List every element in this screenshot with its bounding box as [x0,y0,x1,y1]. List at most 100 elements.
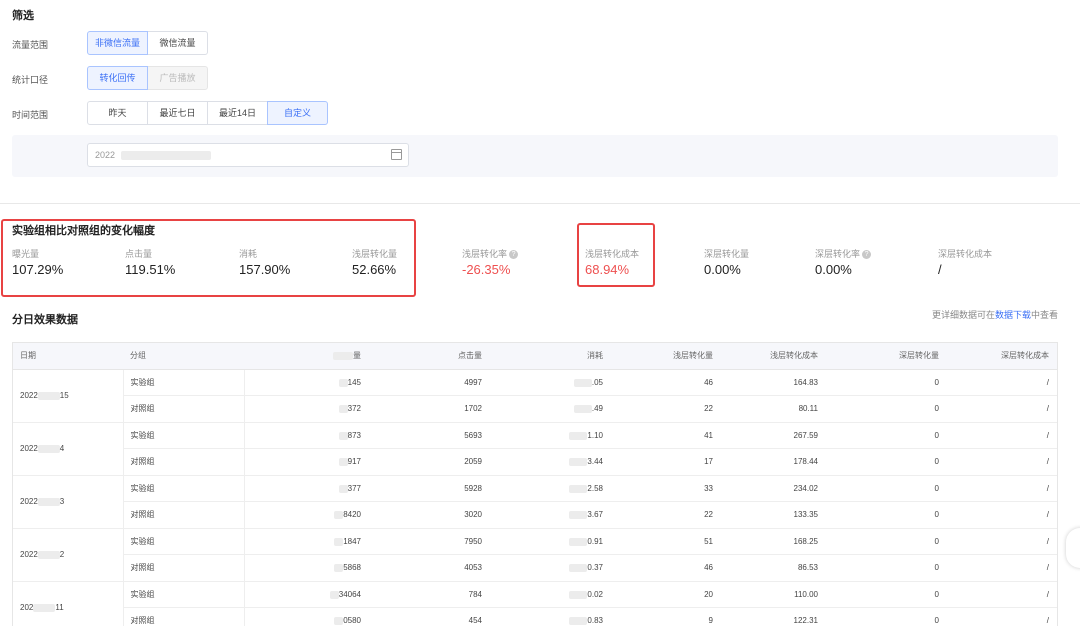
exposure-cell: 377 [244,475,371,502]
shallow-conversions-cell: 46 [613,554,723,582]
exposure-value: 1847 [343,536,361,546]
shallow-cost-cell: 168.25 [723,528,828,555]
date-cell: 2022 4 [13,422,124,476]
date-range-input[interactable]: 2022 [87,143,409,167]
header-shallow-cost: 浅层转化成本 [723,343,828,370]
date-tail: 15 [59,391,69,400]
time-range-segment: 昨天 最近七日 最近14日 自定义 [87,101,328,125]
shallow-conversions-cell: 17 [613,448,723,476]
clicks-cell: 5928 [371,475,492,502]
clicks-cell: 784 [371,581,492,608]
table-row: 对照组 372 1702 .49 22 80.11 0/ [13,395,1057,423]
time-option-last-14-days[interactable]: 最近14日 [207,101,268,125]
redacted-value [569,458,588,467]
redacted-value [338,458,348,467]
exposure-cell: 145 [244,369,371,396]
stat-option-ad-play: 广告播放 [147,66,208,90]
stat-caliber-segment: 转化回传 广告播放 [87,66,208,90]
shallow-conversions-cell: 51 [613,528,723,555]
time-option-last-7-days[interactable]: 最近七日 [147,101,208,125]
data-download-link[interactable]: 数据下载 [995,310,1031,320]
exposure-cell: 917 [244,448,371,476]
time-option-yesterday[interactable]: 昨天 [87,101,148,125]
date-text: 2022 [20,497,38,506]
date-tail: 4 [59,444,65,453]
metric-label: 点击量 [125,247,152,260]
cost-value: 0.02 [587,589,603,599]
metric-value: / [938,262,942,277]
exposure-value: 372 [347,404,361,414]
cost-cell: 0.83 [492,607,613,626]
group-cell: 对照组 [123,395,245,423]
exposure-cell: 8420 [244,501,371,529]
metric-label-text: 浅层转化量 [352,249,398,259]
deep-cost-cell: / [949,448,1057,476]
group-cell: 实验组 [123,528,245,555]
metric-label: 消耗 [239,247,257,260]
group-cell: 对照组 [123,607,245,626]
cost-value: .49 [591,404,603,414]
section-divider [0,203,1080,204]
traffic-option-wechat[interactable]: 微信流量 [147,31,208,55]
exposure-value: 5868 [343,563,361,573]
deep-cost-cell: / [949,554,1057,582]
metric-value: 0.00% [704,262,741,277]
exposure-cell: 372 [244,395,371,423]
calendar-icon[interactable] [391,149,402,160]
cost-value: 2.58 [587,483,603,493]
deep-cost-cell: / [949,581,1057,608]
cost-value: 0.37 [587,563,603,573]
redacted-value [569,590,588,599]
stat-option-conversion-callback[interactable]: 转化回传 [87,66,148,90]
deep-conversions-cell: 0 [828,448,949,476]
redacted-value [334,564,344,573]
shallow-conversions-cell: 22 [613,395,723,423]
exposure-cell: 34064 [244,581,371,608]
cost-cell: 3.67 [492,501,613,529]
header-date: 日期 [13,343,123,370]
summary-title: 实验组相比对照组的变化幅度 [12,225,155,237]
shallow-conversions-cell: 46 [613,369,723,396]
shallow-conversions-cell: 22 [613,501,723,529]
exposure-cell: 5868 [244,554,371,582]
metric-label-text: 浅层转化率 [462,249,508,259]
header-group: 分组 [123,343,244,370]
metric-label: 浅层转化量 [352,247,397,260]
exposure-value: 873 [347,430,361,440]
redacted-date [33,603,56,612]
metric-value: 52.66% [352,262,397,277]
deep-conversions-cell: 0 [828,369,949,396]
side-scroll-handle[interactable] [1066,528,1080,568]
header-clicks: 点击量 [371,343,492,370]
cost-cell: 0.02 [492,581,613,608]
deep-conversions-cell: 0 [828,607,949,626]
metric-value: -26.35% [462,262,511,277]
shallow-cost-cell: 178.44 [723,448,828,476]
clicks-cell: 454 [371,607,492,626]
metric-label: 浅层转化率? [462,247,519,260]
deep-cost-cell: / [949,607,1057,626]
shallow-conversions-cell: 33 [613,475,723,502]
metric-label: 深层转化成本 [938,247,992,260]
redacted-value [569,431,588,440]
date-cell: 202 11 [13,581,124,626]
help-icon[interactable]: ? [509,250,519,260]
traffic-option-non-wechat[interactable]: 非微信流量 [87,31,148,55]
group-cell: 实验组 [123,475,245,502]
shallow-cost-cell: 122.31 [723,607,828,626]
redacted-date [37,391,60,400]
metric-value: 119.51% [125,262,176,277]
metric-label: 深层转化量 [704,247,749,260]
redacted-value [329,590,339,599]
redacted-value [569,564,588,573]
daily-data-table: 日期 分组 量 点击量 消耗 浅层转化量 浅层转化成本 深层转化量 深层转化成本… [12,342,1058,626]
table-row: 202 11 实验组 34064 784 0.02 20 110.00 0/ [13,581,1057,626]
help-icon[interactable]: ? [862,250,872,260]
date-tail: 2 [59,550,65,559]
time-option-custom[interactable]: 自定义 [267,101,328,125]
hint-before: 更详细数据可在 [931,310,995,320]
metric-label: 深层转化率? [815,247,872,260]
table-row: 2022 15 实验组 145 4997 .05 46 164.83 0/ [13,369,1057,423]
redacted-date [37,444,60,453]
group-cell: 对照组 [123,448,245,476]
